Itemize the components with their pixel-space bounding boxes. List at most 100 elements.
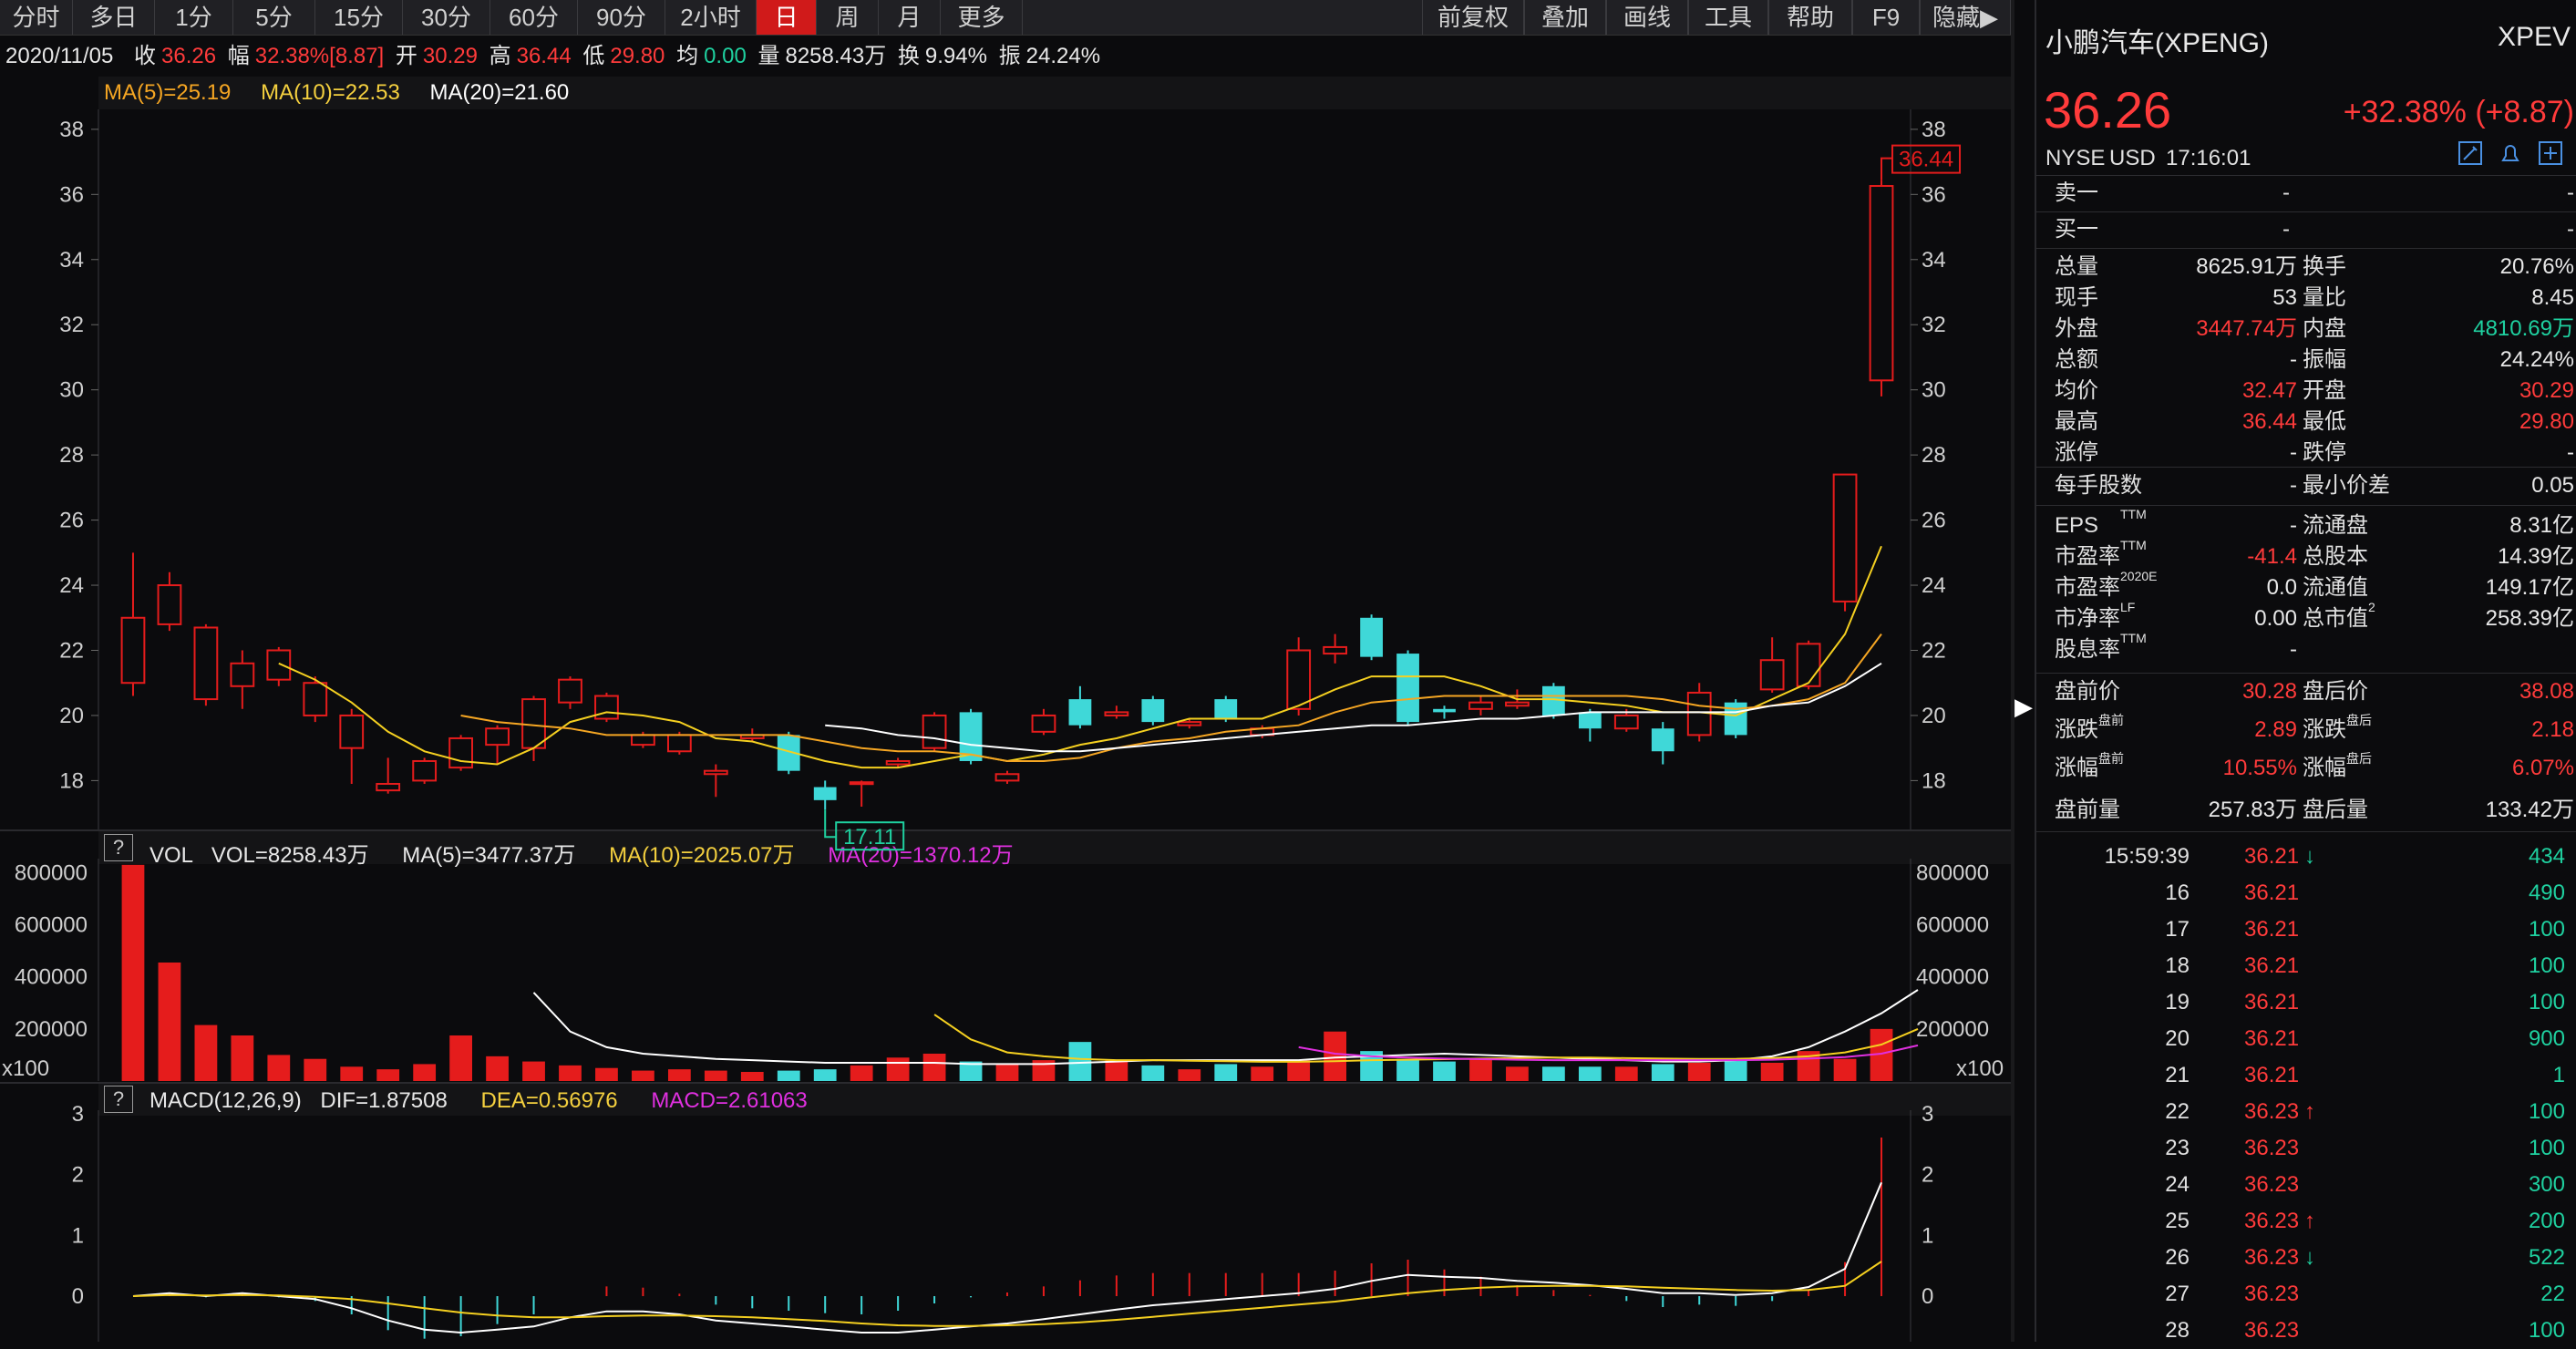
vol-unit-left: x100 (2, 1056, 49, 1081)
tick-time-1: 16 (2165, 880, 2190, 905)
volume-bar-28 (1141, 1065, 1165, 1081)
period-tab-0[interactable]: 分时 (0, 0, 73, 35)
volume-bar-39 (1542, 1066, 1565, 1081)
toolbar-action-3[interactable]: 工具 (1688, 0, 1768, 35)
candle-body-42 (1651, 728, 1674, 752)
candle-body-41 (1613, 714, 1639, 730)
period-tab-9[interactable]: 日 (757, 0, 817, 35)
sep-orderbook (2036, 211, 2576, 212)
period-tab-12[interactable]: 更多 (941, 0, 1023, 35)
info-close: 36.26 (161, 44, 217, 68)
tick-time-0: 15:59:39 (2104, 844, 2190, 869)
period-tab-8[interactable]: 2小时 (665, 0, 757, 35)
sell1-label: 卖一 (2055, 180, 2098, 205)
toolbar-action-4[interactable]: 帮助 (1768, 0, 1852, 35)
tick-time-3: 18 (2165, 953, 2190, 978)
period-tab-1[interactable]: 多日 (73, 0, 155, 35)
fund-value-3: 0.00 (2254, 606, 2297, 631)
price-axis-right-1: 36 (1922, 182, 1946, 207)
info-avg-label: 均 (676, 44, 699, 68)
ext-value2-3: 133.42万 (2485, 798, 2574, 822)
period-tab-2[interactable]: 1分 (155, 0, 233, 35)
toolbar-action-5[interactable]: F9 (1852, 0, 1920, 35)
collapse-right-panel-icon[interactable]: ▶ (2014, 693, 2035, 729)
candle-body-27 (1104, 711, 1129, 716)
period-tab-7[interactable]: 90分 (578, 0, 665, 35)
candle-body-5 (303, 682, 328, 716)
last-price: 36.26 (2044, 81, 2172, 139)
candle-body-25 (1031, 714, 1056, 733)
volume-bar-17 (740, 1072, 764, 1081)
macd-axis-right-2: 1 (1922, 1223, 1933, 1248)
volume-bar-2 (194, 1025, 218, 1081)
quote-time: 17:16:01 (2166, 146, 2251, 170)
tick-qty-2: 100 (2528, 917, 2565, 942)
alert-bell-icon[interactable] (2498, 140, 2523, 170)
volume-bar-3 (231, 1035, 254, 1081)
candlestick-chart[interactable]: 38 3836 3634 3432 3230 3028 2826 2624 2422 2220 20… (0, 77, 2011, 1342)
stats-value-1: 53 (2272, 285, 2297, 310)
ext-label2-3: 盘后量 (2303, 798, 2368, 822)
dif-line (132, 1181, 1882, 1334)
tick-qty-0: 434 (2528, 844, 2565, 869)
period-tab-11[interactable]: 月 (879, 0, 941, 35)
candle-body-24 (994, 773, 1020, 782)
price-axis-right-9: 20 (1922, 704, 1946, 728)
info-range-label: 幅 (227, 44, 250, 68)
stats-label2-6: 跌停 (2303, 440, 2346, 465)
price-axis-left-10: 18 (59, 768, 84, 793)
toolbar-action-6[interactable]: 隐藏▶ (1920, 0, 2011, 35)
tick-price-12: 36.23 (2244, 1282, 2300, 1306)
add-watchlist-icon[interactable] (2538, 140, 2563, 170)
candle-body-8 (412, 759, 438, 782)
edit-icon[interactable] (2458, 140, 2483, 170)
toolbar-action-2[interactable]: 画线 (1606, 0, 1688, 35)
candle-body-40 (1578, 712, 1602, 729)
info-low-label: 低 (582, 44, 605, 68)
volume-bar-31 (1251, 1066, 1274, 1081)
price-axis-right-8: 22 (1922, 639, 1946, 664)
panel-divider[interactable] (2011, 0, 2014, 1342)
volume-bar-47 (1833, 1058, 1857, 1081)
toolbar-action-1[interactable]: 叠加 (1524, 0, 1606, 35)
candle-body-38 (1505, 701, 1530, 707)
market-label: NYSE (2045, 146, 2106, 170)
volume-bar-7 (376, 1069, 400, 1081)
volume-bar-42 (1651, 1064, 1674, 1081)
ext-label2-0: 盘后价 (2303, 679, 2368, 704)
low-marker-label: 17.11 (843, 825, 896, 850)
tick-price-5: 36.21 (2244, 1026, 2300, 1051)
period-tab-5[interactable]: 30分 (403, 0, 490, 35)
tick-qty-9: 300 (2528, 1172, 2565, 1197)
stats-label2-4: 开盘 (2303, 378, 2346, 403)
tick-price-3: 36.21 (2244, 953, 2300, 978)
stock-code: XPEV (2497, 22, 2571, 52)
price-axis-left-1: 36 (59, 182, 84, 207)
price-axis-right-7: 24 (1922, 573, 1946, 598)
macd-axis-left-3: 0 (72, 1284, 84, 1309)
tick-qty-4: 100 (2528, 990, 2565, 1014)
vol-axis-right-1: 600000 (1916, 913, 1989, 938)
volume-bar-0 (121, 864, 145, 1081)
toolbar-action-0[interactable]: 前复权 (1422, 0, 1524, 35)
info-high-label: 高 (489, 44, 511, 68)
period-tab-4[interactable]: 15分 (315, 0, 403, 35)
tick-price-9: 36.23 (2244, 1172, 2300, 1197)
stats-value-0: 8625.91万 (2196, 254, 2297, 279)
period-tab-3[interactable]: 5分 (233, 0, 315, 35)
period-tab-10[interactable]: 周 (817, 0, 879, 35)
price-axis-left-6: 26 (59, 509, 84, 533)
candle-body-14 (631, 734, 655, 747)
volume-bar-19 (813, 1069, 837, 1081)
buy1-label: 买一 (2055, 217, 2098, 242)
macd-axis-right-3: 0 (1922, 1284, 1933, 1309)
period-tab-6[interactable]: 60分 (490, 0, 578, 35)
fund-label2-3: 总市值 (2303, 606, 2368, 631)
fund-label-0: EPS (2055, 513, 2099, 538)
tick-time-11: 26 (2165, 1245, 2190, 1270)
volume-bar-37 (1469, 1058, 1492, 1081)
info-high: 36.44 (516, 44, 572, 68)
fund-value-2: 0.0 (2266, 575, 2297, 600)
candle-body-7 (376, 782, 401, 792)
ext-label-1: 涨跌 (2055, 717, 2098, 742)
